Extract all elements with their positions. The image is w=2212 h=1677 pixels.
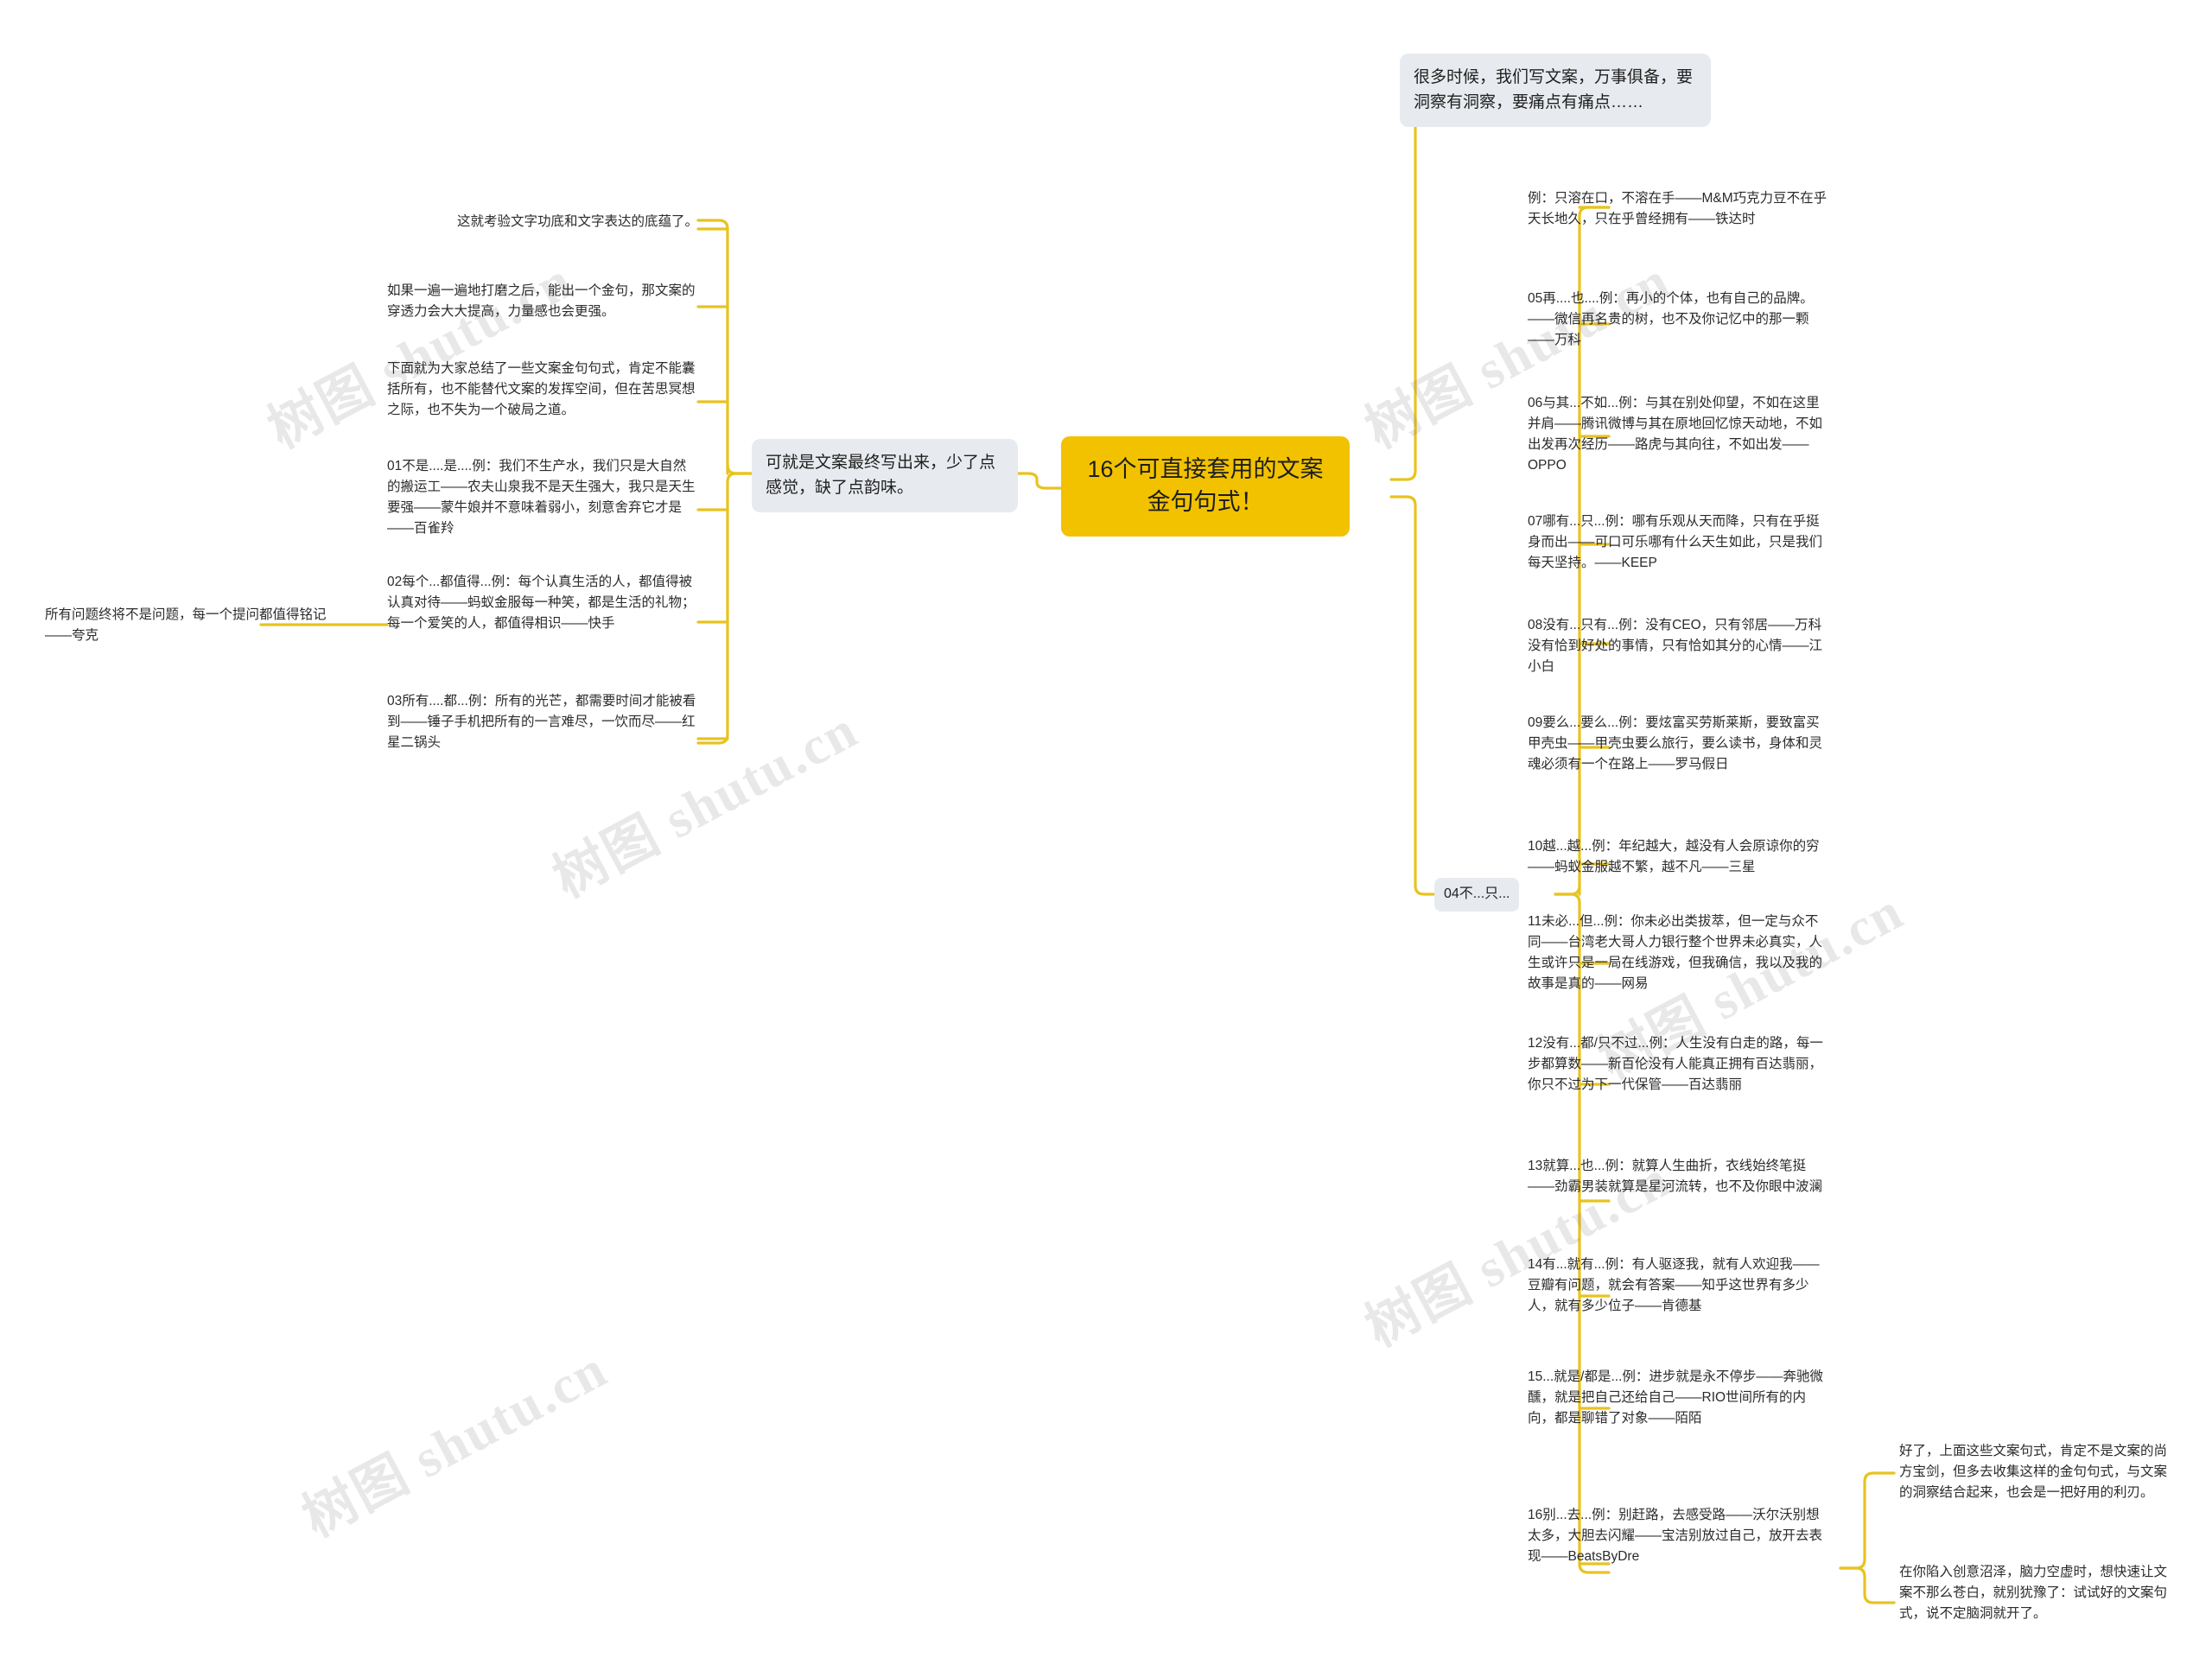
root-node[interactable]: 16个可直接套用的文案金句句式！ — [1061, 436, 1350, 537]
left-child-6[interactable]: 03所有....都...例：所有的光芒，都需要时间才能被看到——锤子手机把所有的… — [387, 691, 698, 753]
left-child-5[interactable]: 02每个...都值得...例：每个认真生活的人，都值得被认真对待——蚂蚁金服每一… — [387, 572, 698, 634]
left-child-4[interactable]: 01不是....是....例：我们不生产水，我们只是大自然的搬运工——农夫山泉我… — [387, 456, 698, 539]
right-item-12[interactable]: 12没有...都/只不过...例：人生没有白走的路，每一步都算数——新百伦没有人… — [1528, 1033, 1830, 1096]
right-intro-node[interactable]: 很多时候，我们写文案，万事俱备，要洞察有洞察，要痛点有痛点…… — [1400, 54, 1711, 127]
left-leaf-note[interactable]: 所有问题终将不是问题，每一个提问都值得铭记——夸克 — [45, 605, 339, 646]
right-item-16[interactable]: 16别...去...例：别赶路，去感受路——沃尔沃别想太多，大胆去闪耀——宝洁别… — [1528, 1505, 1830, 1567]
watermark: 树图 shutu.cn — [258, 251, 582, 461]
right-item-09[interactable]: 09要么...要么...例：要炫富买劳斯莱斯，要致富买甲壳虫——甲壳虫要么旅行，… — [1528, 713, 1830, 775]
right-item-13[interactable]: 13就算...也...例：就算人生曲折，衣线始终笔挺——劲霸男装就算是星河流转，… — [1528, 1156, 1830, 1197]
connector-lines — [259, 115, 1896, 1604]
right-item-10[interactable]: 10越...越...例：年纪越大，越没有人会原谅你的穷——蚂蚁金服越不繁，越不凡… — [1528, 836, 1830, 878]
right-item-07[interactable]: 07哪有...只...例：哪有乐观从天而降，只有在乎挺身而出——可口可乐哪有什么… — [1528, 511, 1830, 574]
mindmap-canvas: 树图 shutu.cn 树图 shutu.cn 树图 shutu.cn 树图 s… — [0, 0, 2212, 1677]
left-child-1[interactable]: 这就考验文字功底和文字表达的底蕴了。 — [413, 212, 698, 232]
right-item-06[interactable]: 06与其...不如...例：与其在别处仰望，不如在这里并肩——腾讯微博与其在原地… — [1528, 393, 1830, 476]
left-child-3[interactable]: 下面就为大家总结了一些文案金句句式，肯定不能囊括所有，也不能替代文案的发挥空间，… — [387, 359, 698, 421]
right-item-01[interactable]: 例：只溶在口，不溶在手——M&M巧克力豆不在乎天长地久，只在乎曾经拥有——铁达时 — [1528, 188, 1830, 230]
left-child-2[interactable]: 如果一遍一遍地打磨之后，能出一个金句，那文案的穿透力会大大提高，力量感也会更强。 — [387, 281, 698, 322]
right-item-11[interactable]: 11未必...但...例：你未必出类拔萃，但一定与众不同——台湾老大哥人力银行整… — [1528, 912, 1830, 994]
right-item-15[interactable]: 15...就是/都是...例：进步就是永不停步——奔驰微醺，就是把自己还给自己—… — [1528, 1367, 1830, 1429]
watermark: 树图 shutu.cn — [293, 1339, 617, 1549]
right-hub-node[interactable]: 04不...只... — [1434, 878, 1520, 912]
conclusion-2[interactable]: 在你陷入创意沼泽，脑力空虚时，想快速让文案不那么苍白，就别犹豫了：试试好的文案句… — [1899, 1562, 2174, 1624]
conclusion-1[interactable]: 好了，上面这些文案句式，肯定不是文案的尚方宝剑，但多去收集这样的金句句式，与文案… — [1899, 1441, 2174, 1503]
right-item-08[interactable]: 08没有...只有...例：没有CEO，只有邻居——万科没有恰到好处的事情，只有… — [1528, 615, 1830, 677]
left-hub-node[interactable]: 可就是文案最终写出来，少了点感觉，缺了点韵味。 — [752, 439, 1018, 512]
right-item-14[interactable]: 14有...就有...例：有人驱逐我，就有人欢迎我——豆瓣有问题，就会有答案——… — [1528, 1255, 1830, 1317]
right-item-05[interactable]: 05再....也....例：再小的个体，也有自己的品牌。——微信再名贵的树，也不… — [1528, 289, 1830, 351]
